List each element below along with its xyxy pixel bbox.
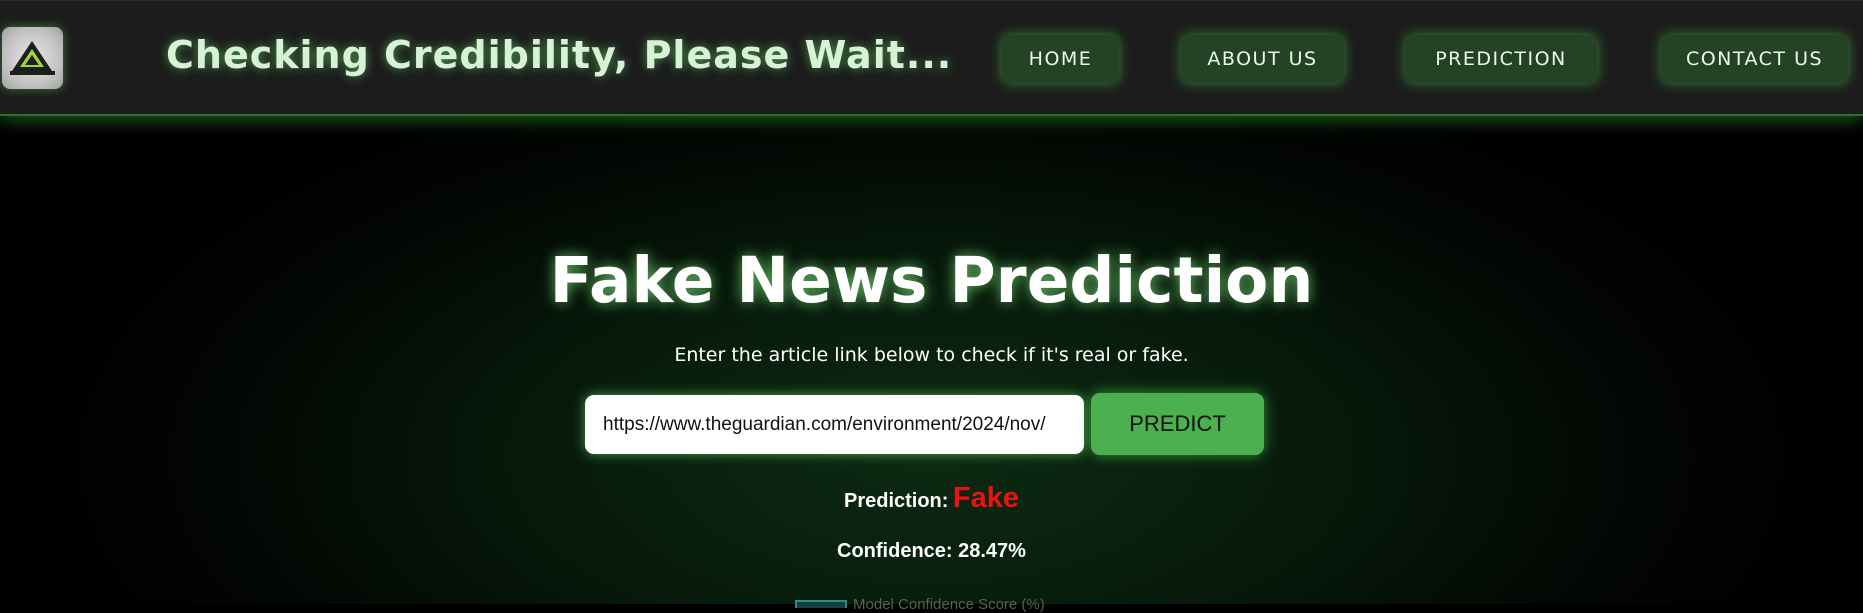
site-logo[interactable] bbox=[2, 27, 63, 89]
chart-legend-label: Model Confidence Score (%) bbox=[853, 596, 1045, 613]
article-url-input[interactable] bbox=[585, 395, 1084, 454]
prediction-value: Fake bbox=[952, 482, 1019, 514]
triangle-logo-icon bbox=[10, 41, 55, 75]
nav-contact-button[interactable]: CONTACT US bbox=[1661, 35, 1848, 83]
page-subtitle: Enter the article link below to check if… bbox=[674, 344, 1189, 366]
site-title: Checking Credibility, Please Wait... bbox=[166, 33, 953, 77]
nav-home-button[interactable]: HOME bbox=[1002, 35, 1119, 83]
predict-button[interactable]: PREDICT bbox=[1091, 393, 1264, 455]
chart-legend-swatch bbox=[795, 600, 847, 608]
main-content: Fake News Prediction Enter the article l… bbox=[0, 116, 1863, 613]
nav-prediction-button[interactable]: PREDICTION bbox=[1405, 35, 1597, 83]
site-header: Checking Credibility, Please Wait... HOM… bbox=[0, 0, 1863, 116]
page-title: Fake News Prediction bbox=[549, 244, 1314, 317]
nav-about-button[interactable]: ABOUT US bbox=[1181, 35, 1344, 83]
confidence-text: Confidence: 28.47% bbox=[837, 540, 1026, 562]
prediction-label: Prediction: bbox=[843, 490, 949, 512]
prediction-result: Prediction: Fake bbox=[0, 482, 1863, 515]
